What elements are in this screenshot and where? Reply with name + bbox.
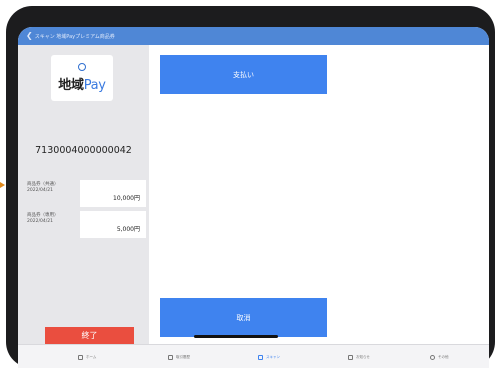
tablet-frame: ❮ スキャン 地域Payプレミアム商品券 地域Pay 7130004000000… bbox=[6, 6, 495, 368]
app-screen: ❮ スキャン 地域Payプレミアム商品券 地域Pay 7130004000000… bbox=[18, 27, 489, 368]
logo-text: 地域Pay bbox=[58, 74, 106, 93]
document-icon bbox=[348, 354, 353, 360]
chevron-left-icon[interactable]: ❮ bbox=[26, 32, 33, 40]
home-indicator[interactable] bbox=[194, 335, 278, 338]
ticket-date: 2022/04/21 bbox=[27, 219, 53, 224]
tab-bar: ホーム 取引履歴 スキャン お知らせ その他 bbox=[18, 344, 489, 368]
home-icon bbox=[78, 354, 83, 360]
more-icon bbox=[430, 354, 435, 360]
tab-label: スキャン bbox=[266, 354, 280, 359]
logo-mark-icon bbox=[78, 63, 86, 71]
pay-button[interactable]: 支払い bbox=[160, 55, 327, 94]
ticket-date: 2022/04/21 bbox=[27, 188, 53, 193]
tab-history[interactable]: 取引履歴 bbox=[168, 351, 190, 363]
logo-card: 地域Pay bbox=[51, 55, 113, 101]
scan-icon bbox=[258, 354, 263, 360]
tab-more[interactable]: その他 bbox=[430, 351, 449, 363]
tab-label: お知らせ bbox=[356, 354, 370, 359]
ticket-label: 商品券（共通） 2022/04/21 bbox=[27, 182, 59, 194]
ticket-amount: 5,000円 bbox=[80, 211, 146, 238]
logo-text-pay: Pay bbox=[83, 78, 106, 93]
tab-label: 取引履歴 bbox=[176, 354, 190, 359]
tab-news[interactable]: お知らせ bbox=[348, 351, 370, 363]
card-number: 7130004000000042 bbox=[35, 145, 132, 156]
ticket-row-common: 商品券（共通） 2022/04/21 10,000円 bbox=[18, 180, 149, 207]
tab-label: その他 bbox=[438, 354, 449, 359]
tab-home[interactable]: ホーム bbox=[78, 351, 96, 363]
end-button[interactable]: 終了 bbox=[45, 327, 134, 344]
header-bar: ❮ スキャン 地域Payプレミアム商品券 bbox=[18, 27, 489, 45]
cancel-button[interactable]: 取消 bbox=[160, 298, 327, 337]
tab-scan[interactable]: スキャン bbox=[258, 351, 280, 363]
sidebar: 地域Pay 7130004000000042 商品券（共通） 2022/04/2… bbox=[18, 45, 149, 368]
ticket-amount: 10,000円 bbox=[80, 180, 146, 207]
ticket-row-dedicated: 商品券（専用） 2022/04/21 5,000円 bbox=[18, 211, 149, 238]
tab-label: ホーム bbox=[86, 354, 97, 359]
header-title[interactable]: スキャン 地域Payプレミアム商品券 bbox=[35, 33, 115, 40]
ticket-label: 商品券（専用） 2022/04/21 bbox=[27, 213, 59, 225]
bag-icon bbox=[168, 354, 173, 360]
edge-arrow-marker bbox=[0, 182, 5, 188]
logo-text-main: 地域 bbox=[58, 78, 84, 93]
